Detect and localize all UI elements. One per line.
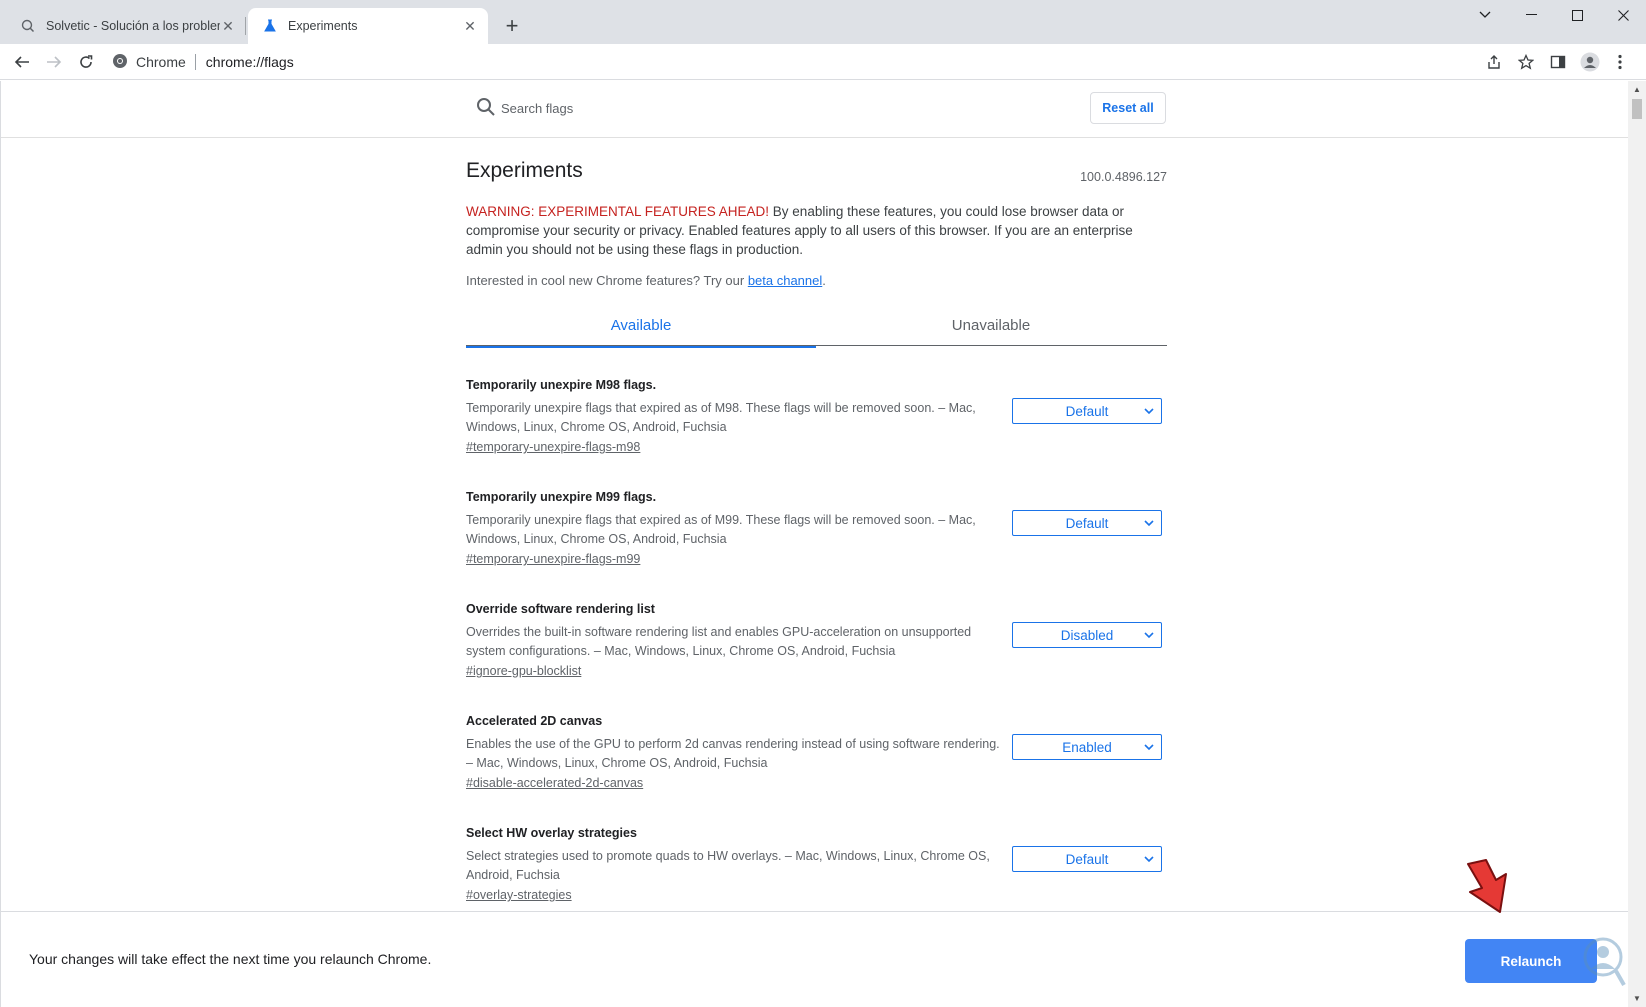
tab-available[interactable]: Available <box>466 304 816 348</box>
flag-select[interactable]: Enabled <box>1012 734 1162 760</box>
tab-strip: Solvetic - Solución a los problem ✕ Expe… <box>0 0 1646 44</box>
main-content: Experiments 100.0.4896.127 WARNING: EXPE… <box>466 138 1167 934</box>
flag-name: Temporarily unexpire M98 flags. <box>466 378 657 392</box>
tab-unavailable[interactable]: Unavailable <box>816 304 1166 346</box>
close-window-icon[interactable] <box>1600 0 1646 30</box>
flag-item: Override software rendering list Overrid… <box>466 598 1167 710</box>
experiments-flask-icon <box>262 18 278 34</box>
page-title: Experiments <box>466 159 583 182</box>
flag-description: Temporarily unexpire flags that expired … <box>466 513 976 546</box>
page-scrollbar[interactable]: ▲ ▼ <box>1628 81 1646 1007</box>
minimize-icon[interactable] <box>1508 0 1554 30</box>
flag-description: Overrides the built-in software renderin… <box>466 625 972 658</box>
side-panel-icon[interactable] <box>1544 48 1572 76</box>
back-arrow-icon[interactable] <box>8 48 36 76</box>
beta-text-end: . <box>822 273 826 288</box>
relaunch-message: Your changes will take effect the next t… <box>29 951 432 967</box>
tab-solvetic[interactable]: Solvetic - Solución a los problem ✕ <box>6 8 246 44</box>
bookmark-star-icon[interactable] <box>1512 48 1540 76</box>
flag-name: Select HW overlay strategies <box>466 826 637 840</box>
flag-anchor-link[interactable]: #disable-accelerated-2d-canvas <box>466 776 643 790</box>
flag-select-value: Default <box>1065 851 1109 867</box>
flag-select-value: Default <box>1065 515 1109 531</box>
flag-anchor-link[interactable]: #ignore-gpu-blocklist <box>466 664 581 678</box>
tab-title: Experiments <box>288 19 358 33</box>
flag-select[interactable]: Disabled <box>1012 622 1162 648</box>
flag-select-value: Disabled <box>1060 627 1114 643</box>
share-icon[interactable] <box>1480 48 1508 76</box>
flag-item: Temporarily unexpire M99 flags. Temporar… <box>466 486 1167 598</box>
tab-experiments[interactable]: Experiments ✕ <box>248 8 488 44</box>
flag-select[interactable]: Default <box>1012 846 1162 872</box>
reset-all-button[interactable]: Reset all <box>1090 92 1166 124</box>
scrollbar-thumb[interactable] <box>1632 99 1642 119</box>
version-number: 100.0.4896.127 <box>1080 170 1167 184</box>
omnibox[interactable]: Chrome chrome://flags <box>112 48 294 76</box>
chevron-down-icon <box>1143 405 1155 417</box>
search-flags-input[interactable] <box>501 97 801 119</box>
beta-text: Interested in cool new Chrome features? … <box>466 273 748 288</box>
flag-description: Enables the use of the GPU to perform 2d… <box>466 737 1000 770</box>
forward-arrow-icon[interactable] <box>40 48 68 76</box>
beta-promo: Interested in cool new Chrome features? … <box>466 273 1167 288</box>
flags-tabs: Available Unavailable <box>466 304 1167 348</box>
chevron-down-icon <box>1143 629 1155 641</box>
flag-anchor-link[interactable]: #overlay-strategies <box>466 888 572 902</box>
flag-description: Select strategies used to promote quads … <box>466 849 990 882</box>
relaunch-bar: Your changes will take effect the next t… <box>1 911 1628 1007</box>
flag-item: Accelerated 2D canvas Enables the use of… <box>466 710 1167 822</box>
tab-search-chevron-icon[interactable] <box>1462 0 1508 30</box>
reload-icon[interactable] <box>72 48 100 76</box>
flags-page: Reset all Experiments 100.0.4896.127 WAR… <box>0 81 1646 1007</box>
scroll-down-icon[interactable]: ▼ <box>1633 994 1641 1003</box>
tab-close-icon[interactable]: ✕ <box>220 18 236 34</box>
warning-heading: WARNING: EXPERIMENTAL FEATURES AHEAD! <box>466 204 770 219</box>
flag-select-value: Default <box>1065 403 1109 419</box>
flag-select-value: Enabled <box>1062 739 1112 755</box>
flag-name: Accelerated 2D canvas <box>466 714 603 728</box>
tab-close-icon[interactable]: ✕ <box>462 18 478 34</box>
omnibox-url[interactable]: chrome://flags <box>206 54 294 70</box>
beta-channel-link[interactable]: beta channel <box>748 273 822 288</box>
flag-item: Temporarily unexpire M98 flags. Temporar… <box>466 374 1167 486</box>
chrome-logo-icon <box>112 53 128 72</box>
new-tab-button[interactable]: + <box>498 12 526 40</box>
omnibox-chip: Chrome <box>136 54 186 70</box>
flag-anchor-link[interactable]: #temporary-unexpire-flags-m98 <box>466 440 640 454</box>
window-controls <box>1462 0 1646 30</box>
solvetic-watermark-icon <box>1583 937 1626 986</box>
chevron-down-icon <box>1143 853 1155 865</box>
search-icon <box>476 97 498 119</box>
chevron-down-icon <box>1143 517 1155 529</box>
flag-name: Override software rendering list <box>466 602 655 616</box>
kebab-menu-icon[interactable] <box>1610 48 1630 76</box>
flag-select[interactable]: Default <box>1012 398 1162 424</box>
chevron-down-icon <box>1143 741 1155 753</box>
flag-description: Temporarily unexpire flags that expired … <box>466 401 976 434</box>
annotation-arrow-icon <box>1467 859 1507 913</box>
search-header: Reset all <box>1 81 1629 138</box>
flag-name: Temporarily unexpire M99 flags. <box>466 490 657 504</box>
profile-avatar-icon[interactable] <box>1576 48 1604 76</box>
heading-row: Experiments 100.0.4896.127 <box>466 138 1167 192</box>
flags-list: Temporarily unexpire M98 flags. Temporar… <box>466 374 1167 934</box>
maximize-icon[interactable] <box>1554 0 1600 30</box>
solvetic-favicon-icon <box>20 18 36 34</box>
tab-title: Solvetic - Solución a los problem <box>46 19 220 33</box>
flag-select[interactable]: Default <box>1012 510 1162 536</box>
flag-anchor-link[interactable]: #temporary-unexpire-flags-m99 <box>466 552 640 566</box>
omnibox-separator <box>194 54 196 70</box>
scroll-up-icon[interactable]: ▲ <box>1633 85 1641 94</box>
warning-text: WARNING: EXPERIMENTAL FEATURES AHEAD! By… <box>466 202 1167 259</box>
toolbar: Chrome chrome://flags <box>0 44 1646 80</box>
